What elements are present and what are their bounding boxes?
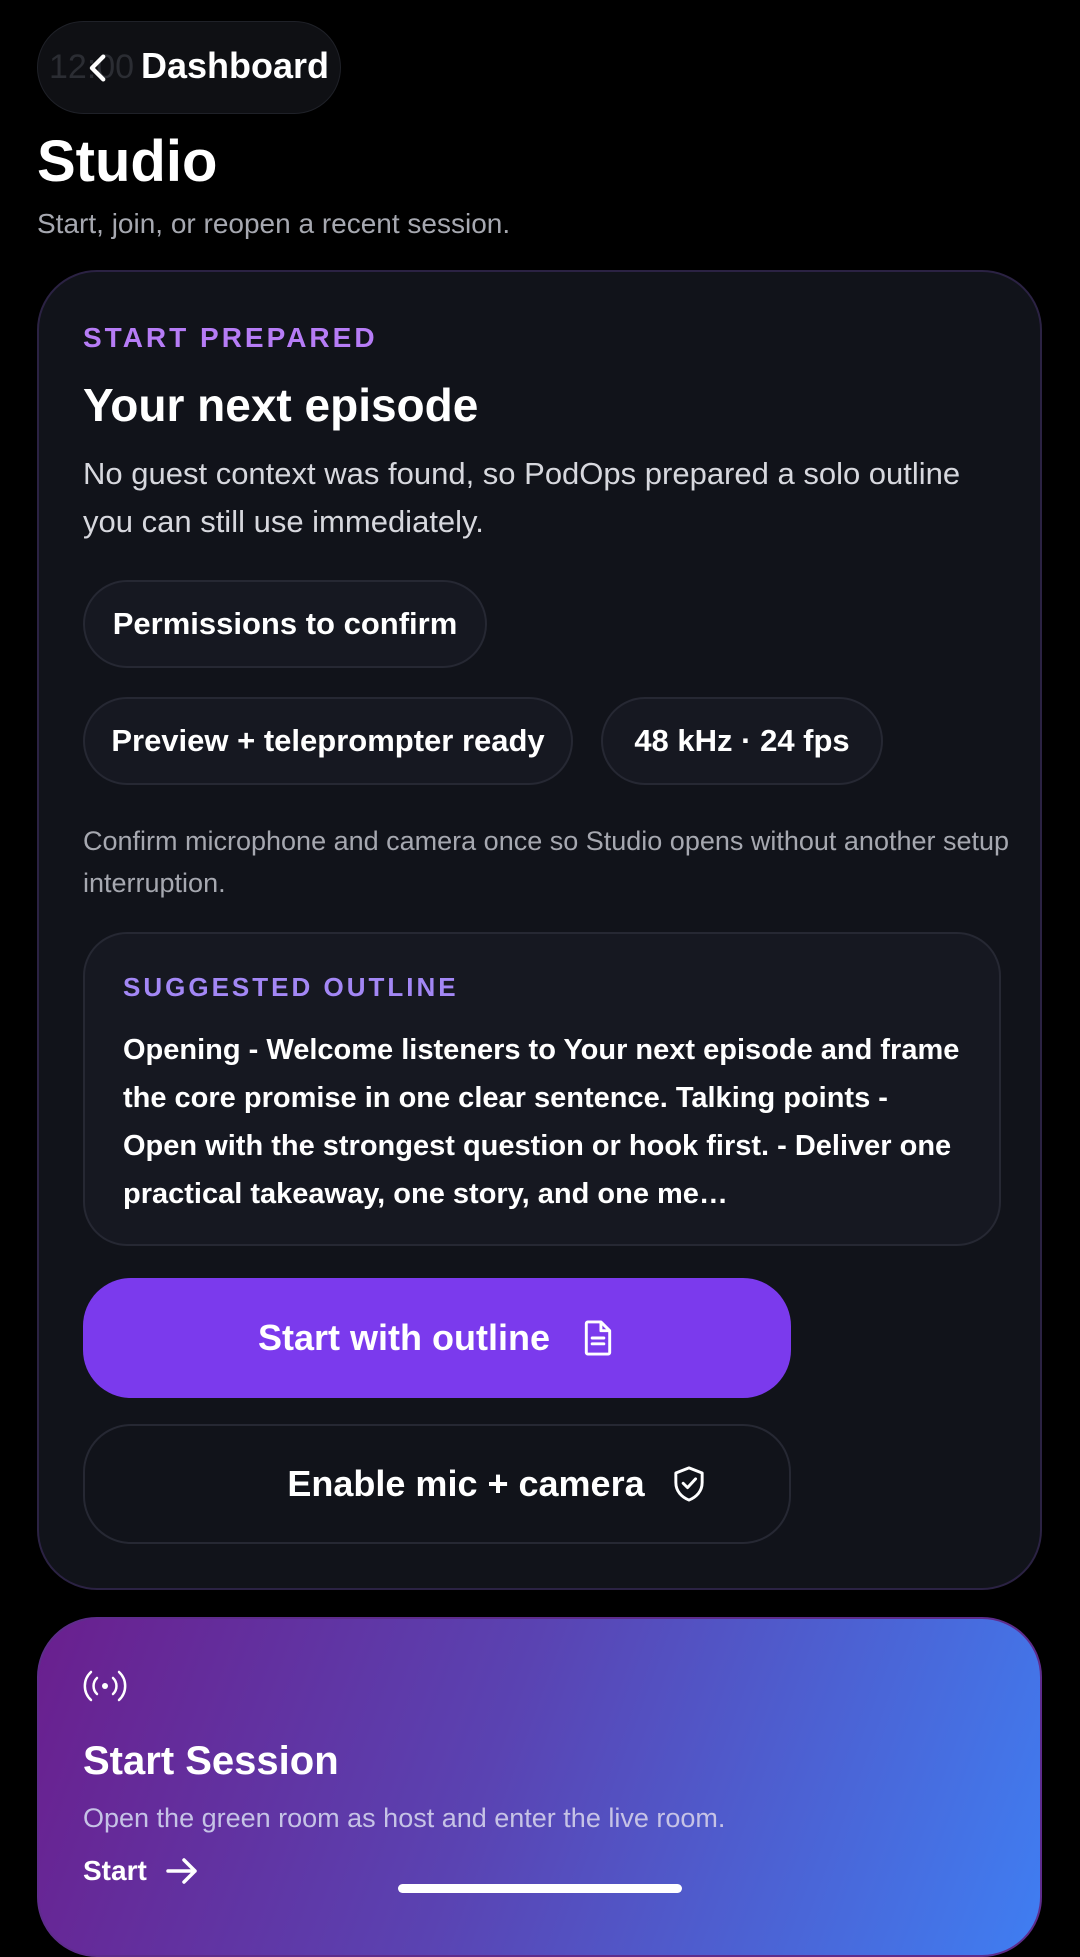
- card-description: No guest context was found, so PodOps pr…: [83, 456, 961, 539]
- enable-mic-camera-label: Enable mic + camera: [287, 1463, 645, 1504]
- back-label: Dashboard: [141, 45, 330, 86]
- broadcast-icon: [83, 1670, 127, 1702]
- permission-note: Confirm microphone and camera once so St…: [83, 826, 1010, 898]
- document-icon: [584, 1320, 612, 1356]
- page-title: Studio: [37, 129, 218, 194]
- start-with-outline-button[interactable]: Start with outline: [83, 1278, 791, 1398]
- permissions-chip: Permissions to confirm: [83, 580, 487, 668]
- back-to-dashboard-button[interactable]: 12:00 Dashboard: [37, 21, 341, 114]
- start-prepared-card: START PREPARED Your next episode No gues…: [37, 270, 1042, 1590]
- start-session-link[interactable]: Start: [83, 1855, 199, 1887]
- page-subtitle: Start, join, or reopen a recent session.: [37, 208, 511, 239]
- outline-label: SUGGESTED OUTLINE: [123, 972, 459, 1002]
- episode-title: Your next episode: [83, 379, 479, 431]
- enable-mic-camera-button[interactable]: Enable mic + camera: [83, 1424, 791, 1544]
- format-chip: 48 kHz · 24 fps: [601, 697, 883, 785]
- shield-check-icon: [673, 1466, 704, 1502]
- suggested-outline: SUGGESTED OUTLINE Opening - Welcome list…: [83, 932, 1001, 1246]
- arrow-right-icon: [166, 1858, 197, 1884]
- card-eyebrow: START PREPARED: [83, 322, 378, 353]
- preview-ready-chip: Preview + teleprompter ready: [83, 697, 573, 785]
- session-description: Open the green room as host and enter th…: [83, 1803, 726, 1833]
- start-session-card[interactable]: Start Session Open the green room as hos…: [37, 1617, 1042, 1957]
- start-link-label: Start: [83, 1855, 147, 1886]
- session-title: Start Session: [83, 1739, 339, 1783]
- chevron-left-icon: [89, 54, 106, 82]
- home-indicator[interactable]: [398, 1884, 682, 1893]
- start-with-outline-label: Start with outline: [258, 1317, 550, 1358]
- outline-text: Opening - Welcome listeners to Your next…: [123, 1034, 960, 1210]
